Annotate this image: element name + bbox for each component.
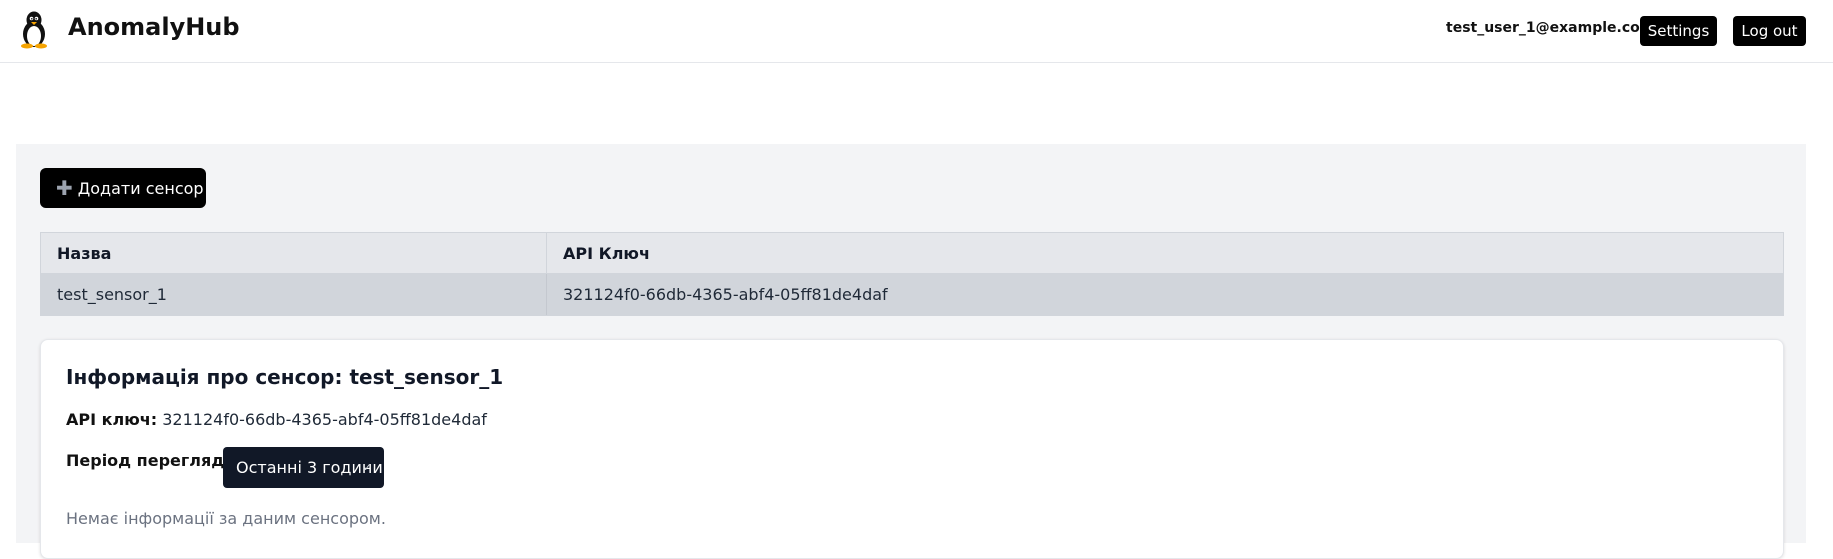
empty-state-message: Немає інформації за даним сенсором. [66, 509, 386, 528]
main-panel: ✚ Додати сенсор Назва API Ключ test_senso… [16, 144, 1806, 559]
sensor-name-cell: test_sensor_1 [41, 274, 547, 315]
column-header-name: Назва [41, 233, 547, 273]
api-key-value: 321124f0-66db-4365-abf4-05ff81de4daf [162, 410, 487, 429]
sensor-api-key-cell: 321124f0-66db-4365-abf4-05ff81de4daf [563, 285, 888, 304]
top-header: AnomalyHub test_user_1@example.com Setti… [0, 0, 1833, 63]
penguin-logo-icon[interactable] [17, 9, 51, 49]
period-select[interactable]: Останні 3 години ✓ [223, 447, 384, 488]
api-key-label: API ключ: [66, 410, 158, 429]
logout-button[interactable]: Log out [1733, 16, 1806, 46]
api-key-line: API ключ: 321124f0-66db-4365-abf4-05ff81… [66, 410, 487, 429]
settings-button[interactable]: Settings [1640, 16, 1717, 46]
period-selected-value: Останні 3 години [236, 458, 383, 477]
table-row[interactable]: test_sensor_1 321124f0-66db-4365-abf4-05… [41, 273, 1783, 315]
add-sensor-label: Додати сенсор [77, 179, 204, 198]
user-email: test_user_1@example.com [1446, 20, 1655, 36]
chevron-down-icon: ✓ [362, 461, 372, 474]
add-sensor-button[interactable]: ✚ Додати сенсор [40, 168, 206, 208]
sensor-info-title: Інформація про сенсор: test_sensor_1 [66, 365, 504, 389]
table-header: Назва API Ключ [41, 233, 1783, 273]
period-label: Період перегляду: [66, 451, 241, 470]
column-header-api-key: API Ключ [563, 243, 650, 263]
plus-icon: ✚ [56, 176, 73, 200]
app-title[interactable]: AnomalyHub [68, 13, 240, 41]
sensors-table: Назва API Ключ test_sensor_1 321124f0-66… [40, 232, 1784, 316]
sensor-info-card: Інформація про сенсор: test_sensor_1 API… [40, 339, 1784, 559]
